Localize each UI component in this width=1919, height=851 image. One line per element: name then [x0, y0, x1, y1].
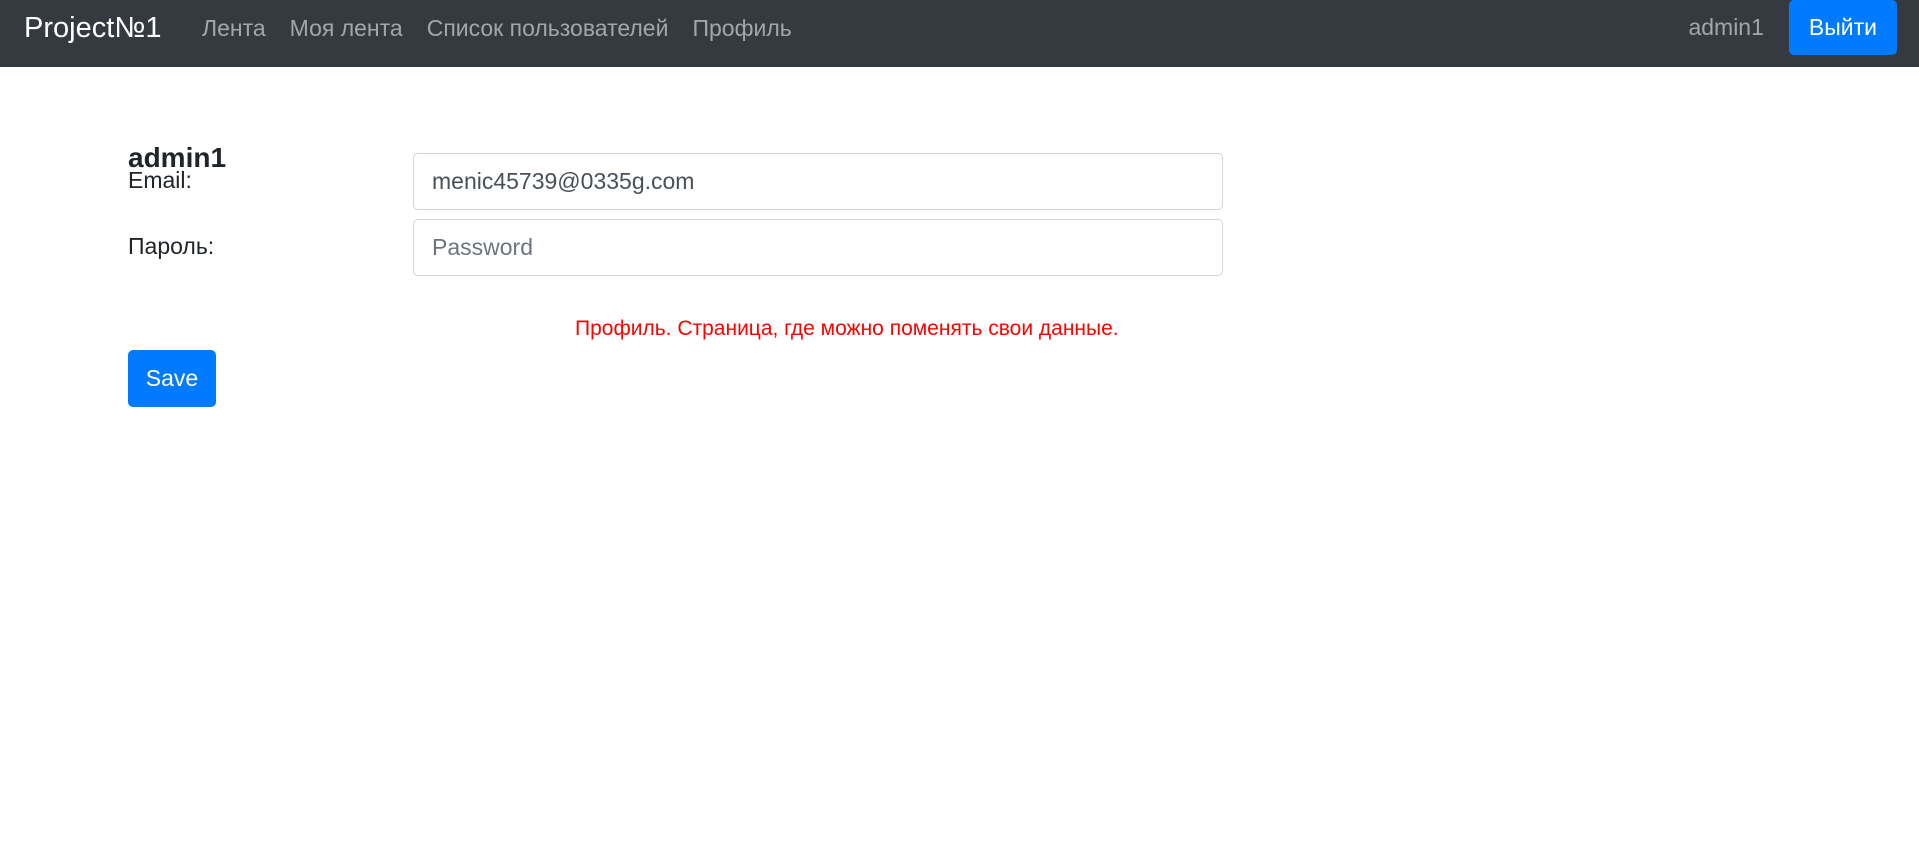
nav-link-profile[interactable]: Профиль — [692, 15, 791, 42]
save-button[interactable]: Save — [128, 350, 216, 407]
logout-button[interactable]: Выйти — [1788, 0, 1897, 55]
page-annotation: Профиль. Страница, где можно поменять св… — [575, 317, 1119, 340]
password-field[interactable] — [413, 219, 1223, 276]
email-label: Email: — [128, 167, 192, 193]
nav-link-feed[interactable]: Лента — [202, 15, 266, 42]
top-navbar: Project№1 Лента Моя лента Список пользов… — [0, 0, 1919, 67]
nav-username: admin1 — [1688, 14, 1764, 40]
password-label: Пароль: — [128, 233, 215, 259]
nav-links: Лента Моя лента Список пользователей Про… — [202, 0, 816, 56]
nav-right: admin1 Выйти — [1688, 0, 1897, 55]
email-field[interactable] — [413, 153, 1223, 210]
brand-link[interactable]: Project№1 — [24, 0, 162, 56]
nav-link-user-list[interactable]: Список пользователей — [427, 15, 669, 42]
nav-link-my-feed[interactable]: Моя лента — [290, 15, 403, 42]
